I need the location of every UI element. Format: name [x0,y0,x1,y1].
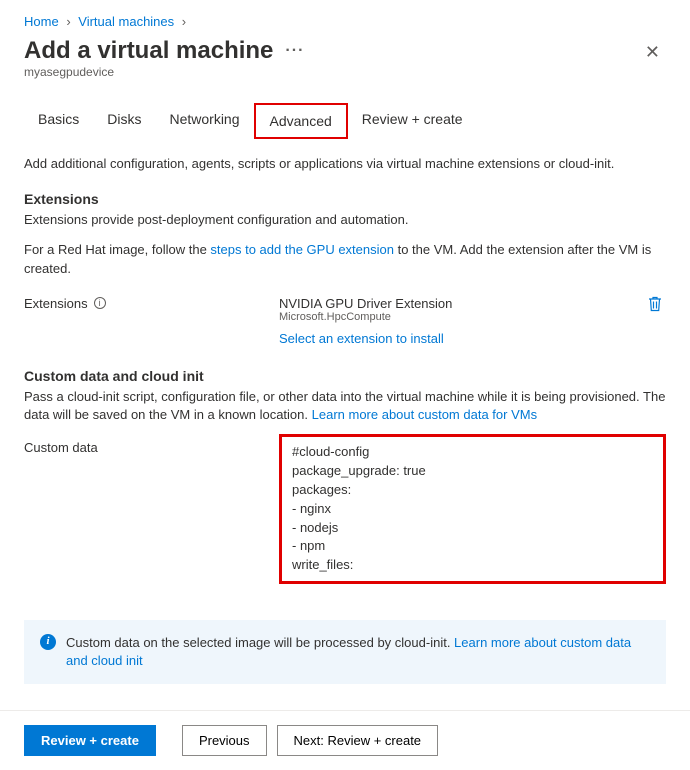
tab-review-create[interactable]: Review + create [348,103,477,139]
delete-extension-icon[interactable] [644,296,666,317]
more-actions-icon[interactable]: ··· [285,42,304,60]
page-subtitle: myasegpudevice [24,65,304,79]
customdata-input[interactable]: #cloud-config package_upgrade: true pack… [279,434,666,584]
extension-publisher: Microsoft.HpcCompute [279,311,644,323]
tab-networking[interactable]: Networking [155,103,253,139]
chevron-right-icon: › [66,14,70,29]
info-banner-text: Custom data on the selected image will b… [66,635,454,650]
customdata-field-label: Custom data [24,434,279,455]
select-extension-link[interactable]: Select an extension to install [279,331,666,346]
redhat-note: For a Red Hat image, follow the steps to… [24,241,666,277]
redhat-note-pre: For a Red Hat image, follow the [24,242,210,257]
tab-advanced[interactable]: Advanced [254,103,348,139]
chevron-right-icon: › [182,14,186,29]
next-button[interactable]: Next: Review + create [277,725,439,756]
breadcrumb-vms[interactable]: Virtual machines [78,14,174,29]
page-title-text: Add a virtual machine [24,37,273,65]
breadcrumb-home[interactable]: Home [24,14,59,29]
tab-basics[interactable]: Basics [24,103,93,139]
extensions-field-label: Extensions i [24,296,279,311]
footer-actions: Review + create Previous Next: Review + … [0,710,690,770]
previous-button[interactable]: Previous [182,725,267,756]
advanced-intro: Add additional configuration, agents, sc… [24,155,666,173]
page-title: Add a virtual machine ··· [24,37,304,65]
extensions-label-text: Extensions [24,296,88,311]
gpu-extension-link[interactable]: steps to add the GPU extension [210,242,394,257]
tabs: Basics Disks Networking Advanced Review … [24,103,666,139]
info-icon: i [40,634,56,650]
breadcrumb: Home › Virtual machines › [24,10,666,37]
close-icon[interactable]: ✕ [639,37,666,67]
extension-name: NVIDIA GPU Driver Extension [279,296,644,311]
extensions-description: Extensions provide post-deployment confi… [24,211,666,229]
customdata-heading: Custom data and cloud init [24,368,666,384]
customdata-learnmore-link[interactable]: Learn more about custom data for VMs [312,407,537,422]
info-icon[interactable]: i [94,297,106,309]
extensions-heading: Extensions [24,191,666,207]
customdata-description: Pass a cloud-init script, configuration … [24,388,666,424]
info-banner: i Custom data on the selected image will… [24,620,666,684]
tab-disks[interactable]: Disks [93,103,155,139]
review-create-button[interactable]: Review + create [24,725,156,756]
